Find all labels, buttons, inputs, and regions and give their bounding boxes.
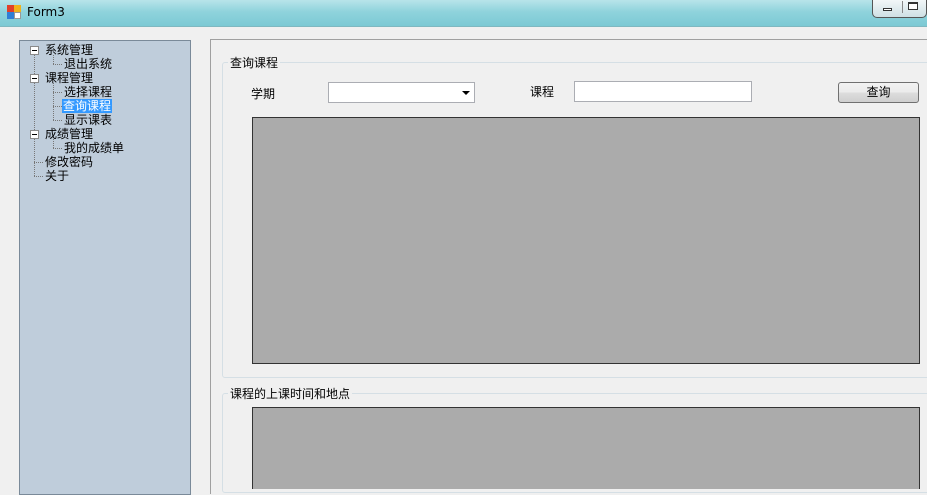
minimize-icon[interactable] [877, 1, 897, 13]
term-label: 学期 [251, 87, 276, 101]
schedule-group-title: 课程的上课时间和地点 [228, 385, 353, 402]
tree-node-about[interactable]: 关于 [45, 169, 69, 183]
tree-node-system-management[interactable]: 系统管理 [45, 43, 93, 57]
tree-node-select-course[interactable]: 选择课程 [64, 85, 112, 99]
tree-node-grade-management[interactable]: 成绩管理 [45, 127, 93, 141]
tree-connector [53, 148, 62, 149]
collapse-icon[interactable] [30, 130, 39, 139]
query-group-title: 查询课程 [228, 54, 281, 71]
tree-node-change-password[interactable]: 修改密码 [45, 155, 93, 169]
window-titlebar[interactable]: Form3 [0, 0, 927, 27]
collapse-icon[interactable] [30, 74, 39, 83]
tree-connector [34, 52, 35, 176]
tree-node-exit-system[interactable]: 退出系统 [64, 57, 112, 71]
tree-connector [53, 106, 62, 107]
collapse-icon[interactable] [30, 46, 39, 55]
navigation-tree[interactable]: 系统管理 退出系统 课程管理 选择课程 查询课程 显示课表 成绩管理 我的成绩单… [19, 40, 191, 495]
window-title: Form3 [27, 5, 65, 19]
window-controls [872, 0, 927, 18]
term-combobox[interactable] [328, 82, 475, 103]
tree-node-course-management[interactable]: 课程管理 [45, 71, 93, 85]
tree-connector [34, 162, 43, 163]
app-icon [7, 5, 21, 19]
tree-connector [53, 120, 62, 121]
tree-connector [34, 176, 43, 177]
tree-connector [53, 83, 54, 120]
course-results-grid[interactable] [252, 117, 920, 364]
course-schedule-grid[interactable] [252, 407, 920, 489]
tree-node-show-timetable[interactable]: 显示课表 [64, 113, 112, 127]
tree-connector [53, 64, 62, 65]
maximize-icon[interactable] [902, 1, 923, 13]
tree-node-my-transcript[interactable]: 我的成绩单 [64, 141, 124, 155]
course-input[interactable] [574, 81, 752, 102]
tree-node-query-course[interactable]: 查询课程 [62, 99, 113, 113]
course-label: 课程 [530, 85, 555, 99]
chevron-down-icon[interactable] [462, 91, 470, 95]
search-button[interactable]: 查询 [838, 82, 919, 103]
tree-connector [53, 92, 62, 93]
